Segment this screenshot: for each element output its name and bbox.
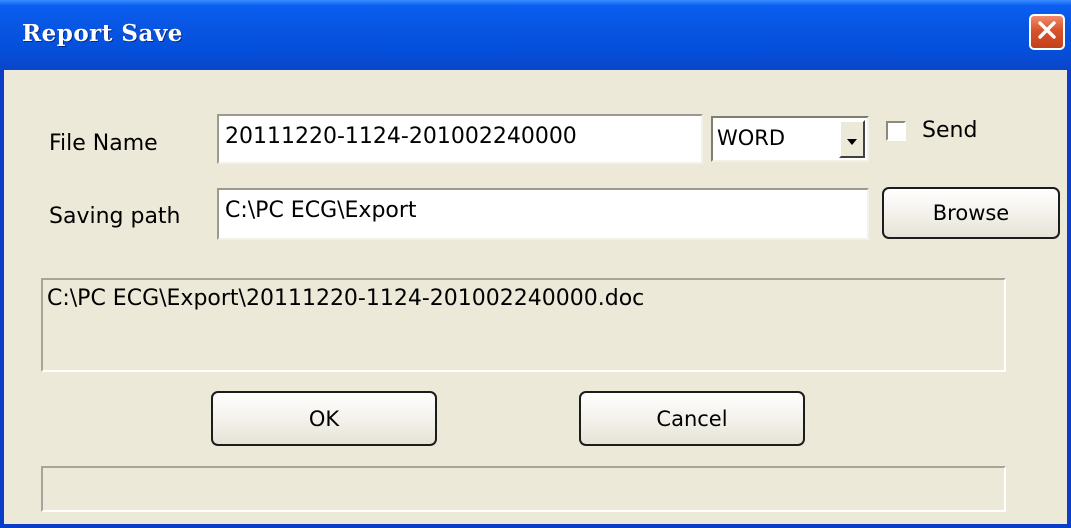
window-title: Report Save: [22, 20, 183, 47]
cancel-button[interactable]: Cancel: [579, 391, 805, 446]
file-name-label: File Name: [49, 131, 158, 156]
ok-button-label: OK: [308, 406, 340, 431]
close-icon: [1036, 19, 1058, 45]
send-checkbox[interactable]: [886, 121, 906, 141]
full-path-preview: C:\PC ECG\Export\20111220-1124-201002240…: [41, 278, 1006, 372]
format-dropdown-button[interactable]: [839, 120, 865, 158]
report-save-dialog: Report Save File Name 20111220-1124-2010…: [0, 0, 1071, 528]
file-name-input[interactable]: 20111220-1124-201002240000: [217, 114, 703, 164]
close-button[interactable]: [1029, 14, 1065, 50]
status-bar: [41, 466, 1006, 512]
saving-path-input[interactable]: C:\PC ECG\Export: [217, 188, 869, 240]
browse-button[interactable]: Browse: [882, 187, 1060, 239]
browse-button-label: Browse: [932, 201, 1010, 225]
chevron-down-icon: [846, 127, 858, 151]
ok-button[interactable]: OK: [211, 391, 437, 446]
full-path-text: C:\PC ECG\Export\20111220-1124-201002240…: [47, 286, 645, 311]
title-bar[interactable]: Report Save: [0, 0, 1071, 70]
send-label[interactable]: Send: [922, 118, 977, 143]
format-select-value: WORD: [717, 126, 786, 150]
saving-path-label: Saving path: [49, 204, 181, 229]
format-select[interactable]: WORD: [711, 116, 869, 162]
cancel-button-label: Cancel: [656, 406, 728, 431]
